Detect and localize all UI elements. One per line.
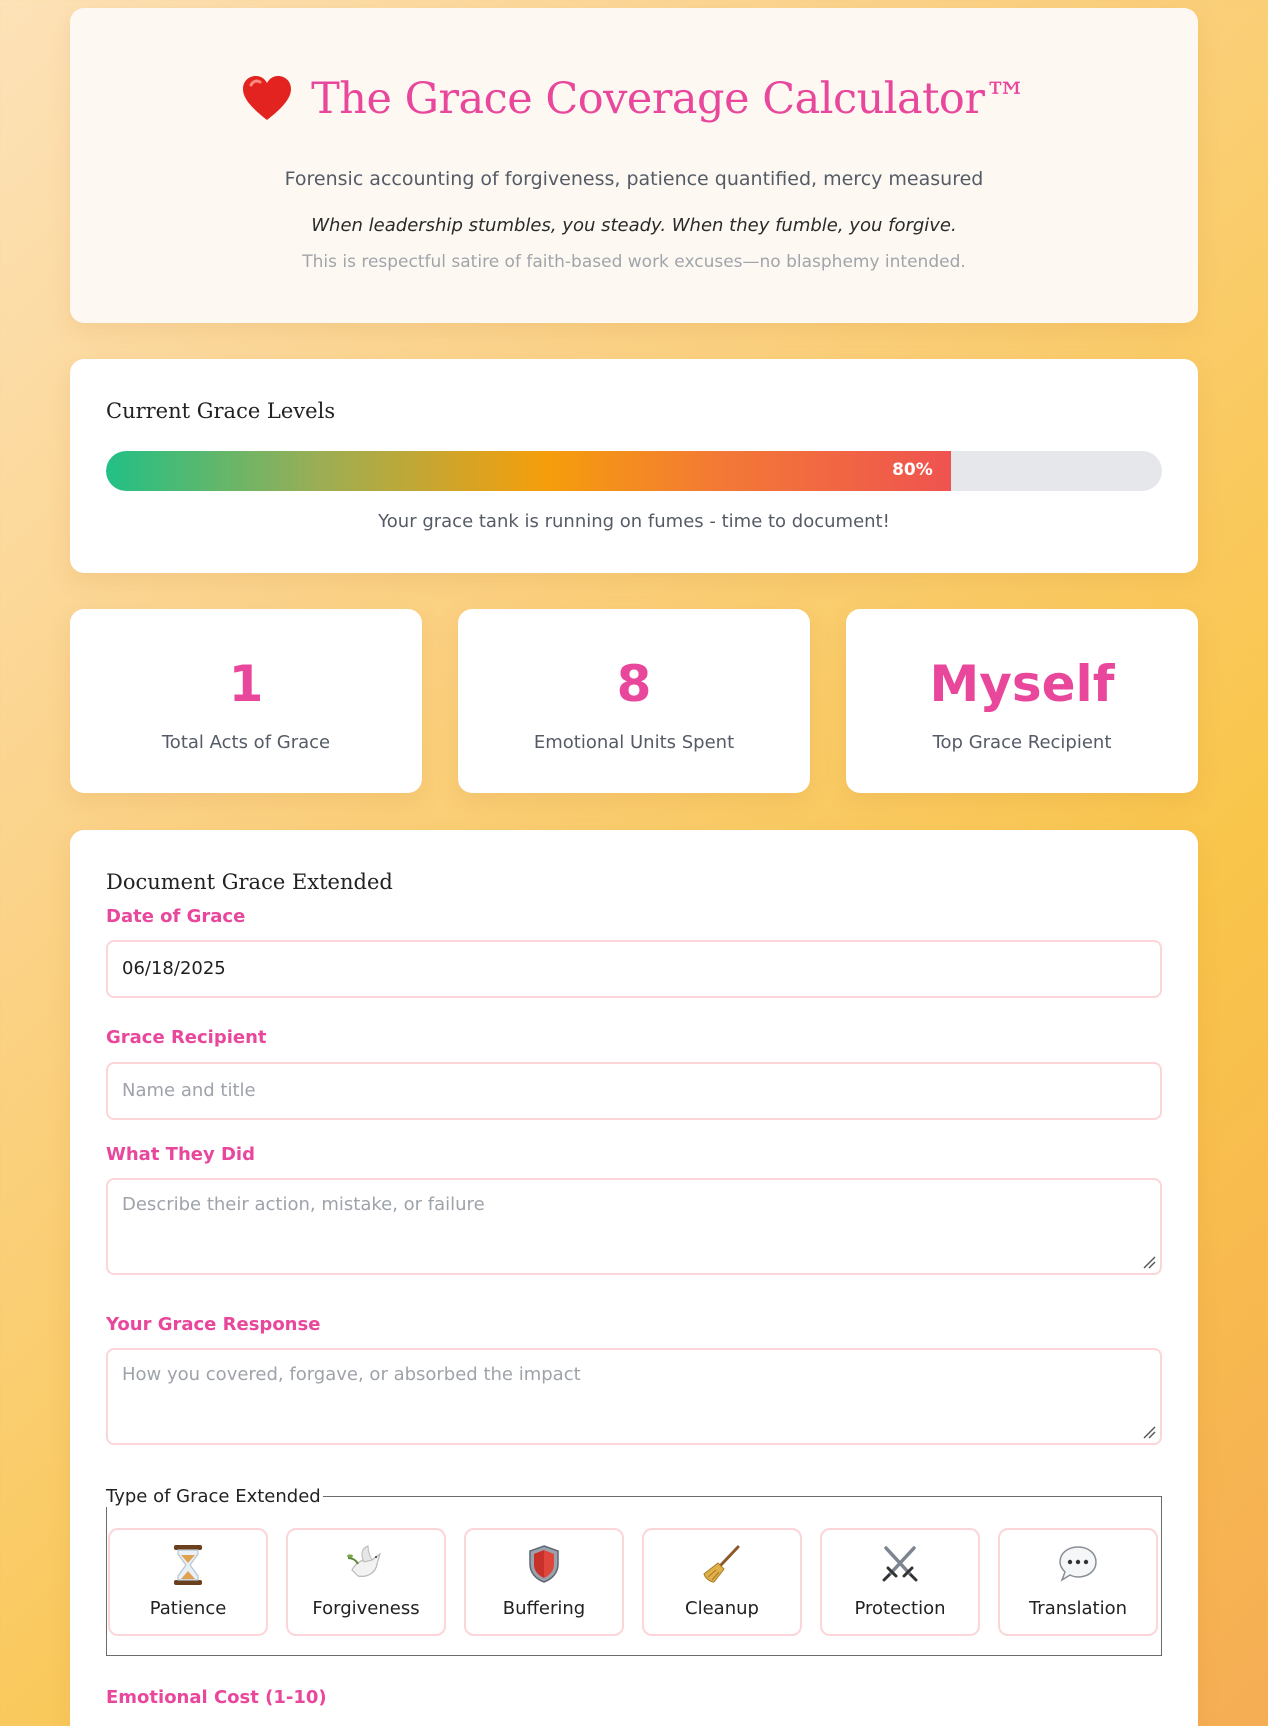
page-title: The Grace Coverage Calculator™ xyxy=(311,74,1027,124)
stat-card-total-acts: 1 Total Acts of Grace xyxy=(70,609,422,793)
grace-type-label: Cleanup xyxy=(685,1598,759,1619)
grace-level-title: Current Grace Levels xyxy=(106,399,336,423)
header-card: The Grace Coverage Calculator™ Forensic … xyxy=(70,8,1198,323)
grace-type-translation[interactable]: Translation xyxy=(998,1528,1158,1636)
recipient-input[interactable]: Name and title xyxy=(106,1062,1162,1120)
grace-type-buffering[interactable]: Buffering xyxy=(464,1528,624,1636)
grace-type-label: Patience xyxy=(149,1598,227,1619)
grace-type-label: Buffering xyxy=(502,1598,586,1619)
what-they-did-placeholder: Describe their action, mistake, or failu… xyxy=(122,1194,485,1215)
grace-type-patience[interactable]: Patience xyxy=(108,1528,268,1636)
grace-response-textarea[interactable]: How you covered, forgave, or absorbed th… xyxy=(106,1348,1162,1445)
broom-icon xyxy=(644,1544,800,1584)
stat-value: Myself xyxy=(929,655,1115,713)
what-they-did-textarea[interactable]: Describe their action, mistake, or failu… xyxy=(106,1178,1162,1275)
dove-icon xyxy=(288,1544,444,1584)
disclaimer: This is respectful satire of faith-based… xyxy=(302,252,966,272)
grace-percent-label: 80% xyxy=(892,460,933,480)
grace-type-label: Forgiveness xyxy=(312,1598,420,1619)
tagline: When leadership stumbles, you steady. Wh… xyxy=(311,215,957,236)
stat-card-emotional-units: 8 Emotional Units Spent xyxy=(458,609,810,793)
grace-response-label: Your Grace Response xyxy=(106,1314,321,1335)
resize-grip-icon[interactable] xyxy=(1142,1255,1156,1269)
page-subtitle: Forensic accounting of forgiveness, pati… xyxy=(284,168,984,190)
heart-icon xyxy=(241,75,293,123)
crossed-swords-icon xyxy=(822,1544,978,1584)
form-title: Document Grace Extended xyxy=(106,870,393,894)
grace-progress-fill: 80% xyxy=(106,451,951,491)
stat-card-top-recipient: Myself Top Grace Recipient xyxy=(846,609,1198,793)
grace-type-label: Protection xyxy=(854,1598,946,1619)
stat-label: Emotional Units Spent xyxy=(533,732,735,753)
title-row: The Grace Coverage Calculator™ xyxy=(70,74,1198,124)
date-input[interactable]: 06/18/2025 xyxy=(106,940,1162,998)
stat-label: Top Grace Recipient xyxy=(932,732,1112,753)
stat-value: 1 xyxy=(228,655,264,713)
recipient-label: Grace Recipient xyxy=(106,1027,267,1048)
grace-type-label: Translation xyxy=(1028,1598,1128,1619)
document-grace-form: Document Grace Extended Date of Grace 06… xyxy=(70,830,1198,1726)
shield-icon xyxy=(466,1544,622,1584)
grace-level-message: Your grace tank is running on fumes - ti… xyxy=(378,511,890,532)
stat-label: Total Acts of Grace xyxy=(161,732,331,753)
date-value: 06/18/2025 xyxy=(122,958,226,979)
resize-grip-icon[interactable] xyxy=(1142,1425,1156,1439)
hourglass-icon xyxy=(110,1544,266,1586)
recipient-placeholder: Name and title xyxy=(122,1080,256,1101)
grace-type-legend: Type of Grace Extended xyxy=(106,1486,323,1507)
grace-type-protection[interactable]: Protection xyxy=(820,1528,980,1636)
stat-value: 8 xyxy=(616,655,652,713)
grace-type-cleanup[interactable]: Cleanup xyxy=(642,1528,802,1636)
emotional-cost-label: Emotional Cost (1-10) xyxy=(106,1687,327,1708)
grace-type-forgiveness[interactable]: Forgiveness xyxy=(286,1528,446,1636)
date-label: Date of Grace xyxy=(106,906,246,927)
grace-response-placeholder: How you covered, forgave, or absorbed th… xyxy=(122,1364,581,1385)
what-they-did-label: What They Did xyxy=(106,1144,255,1165)
grace-progress-bar: 80% xyxy=(106,451,1162,491)
speech-bubble-icon xyxy=(1000,1544,1156,1584)
